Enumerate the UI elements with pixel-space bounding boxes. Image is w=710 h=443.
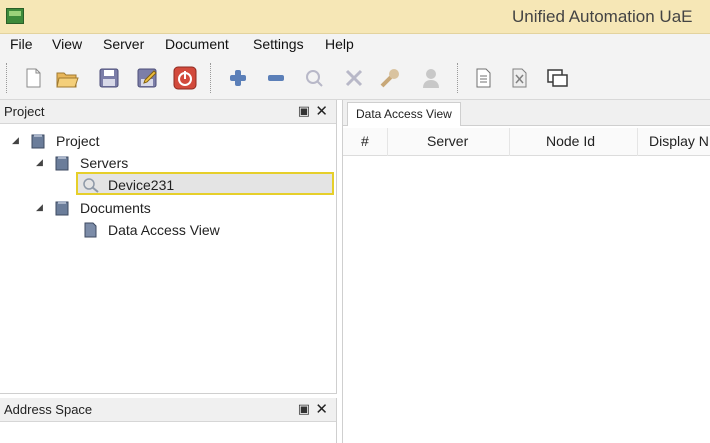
column-separator[interactable] xyxy=(509,128,510,156)
remove-icon xyxy=(268,75,284,81)
tree-label-servers: Servers xyxy=(80,155,129,171)
column-header-server[interactable]: Server xyxy=(427,133,468,149)
window-icon xyxy=(547,69,568,87)
disconnect-button[interactable] xyxy=(341,65,367,91)
title-bar: Unified Automation UaE xyxy=(0,0,710,34)
menu-document[interactable]: Document xyxy=(165,36,229,52)
new-icon xyxy=(26,68,41,88)
log-icon xyxy=(476,68,491,88)
menu-view[interactable]: View xyxy=(52,36,82,52)
server-icon xyxy=(82,177,100,193)
menu-bar: File View Server Document Settings Help xyxy=(0,34,710,56)
properties-button[interactable] xyxy=(377,65,403,91)
address-space-header: Address Space ▣ ✕ xyxy=(0,398,336,422)
tree-label-device: Device231 xyxy=(108,177,175,193)
column-separator[interactable] xyxy=(387,128,388,156)
expand-arrow-icon[interactable]: ◢ xyxy=(12,136,22,146)
address-space-panel: Address Space ▣ ✕ xyxy=(0,398,337,443)
tree-node-project[interactable]: ◢ Project xyxy=(12,131,100,151)
tree-node-documents[interactable]: ◢ Documents xyxy=(36,198,151,218)
document-area: Data Access View # Server Node Id Displa… xyxy=(342,100,710,443)
remove-button[interactable] xyxy=(263,65,289,91)
tab-data-access-view[interactable]: Data Access View xyxy=(347,102,461,126)
document-tabstrip: Data Access View xyxy=(343,100,710,126)
connect-button[interactable] xyxy=(301,65,327,91)
column-header-node-id[interactable]: Node Id xyxy=(546,133,595,149)
grid-header: # Server Node Id Display N xyxy=(343,128,710,156)
user-button[interactable] xyxy=(418,65,444,91)
toolbar-grip[interactable] xyxy=(6,63,9,93)
open-button[interactable] xyxy=(54,65,80,91)
column-header-display-name[interactable]: Display N xyxy=(649,133,709,149)
tree-label-project: Project xyxy=(56,133,100,149)
save-icon xyxy=(99,68,119,88)
save-as-icon xyxy=(137,68,157,88)
window-button[interactable] xyxy=(545,65,571,91)
open-icon xyxy=(56,72,79,88)
exit-button[interactable] xyxy=(172,65,198,91)
properties-icon xyxy=(380,69,399,88)
app-icon xyxy=(6,8,24,24)
log-button[interactable] xyxy=(470,65,496,91)
folder-icon xyxy=(54,200,72,216)
menu-settings[interactable]: Settings xyxy=(253,36,304,52)
expand-arrow-icon[interactable]: ◢ xyxy=(36,158,46,168)
column-separator[interactable] xyxy=(637,128,638,156)
add-icon xyxy=(230,70,246,86)
toolbar-grip[interactable] xyxy=(457,63,460,93)
tree-node-device[interactable]: Device231 xyxy=(82,175,174,195)
tree-node-servers[interactable]: ◢ Servers xyxy=(36,153,128,173)
menu-file[interactable]: File xyxy=(10,36,33,52)
tree-label-data-access-view: Data Access View xyxy=(108,222,220,238)
address-space-title: Address Space xyxy=(4,402,93,417)
window-title: Unified Automation UaE xyxy=(512,7,693,26)
disconnect-icon xyxy=(345,69,363,87)
tree-node-data-access-view[interactable]: Data Access View xyxy=(82,220,220,240)
pin-icon[interactable]: ▣ xyxy=(298,402,310,417)
menu-server[interactable]: Server xyxy=(103,36,144,52)
folder-icon xyxy=(54,155,72,171)
power-icon xyxy=(173,66,197,90)
toolbar xyxy=(0,56,710,100)
close-icon[interactable]: ✕ xyxy=(315,102,328,120)
close-icon[interactable]: ✕ xyxy=(315,400,328,418)
pin-icon[interactable]: ▣ xyxy=(298,104,310,119)
document-close-button[interactable] xyxy=(506,65,532,91)
add-button[interactable] xyxy=(225,65,251,91)
project-panel: Project ▣ ✕ ◢ Project ◢ Servers Device23… xyxy=(0,100,337,394)
project-icon xyxy=(30,133,48,149)
column-header-index[interactable]: # xyxy=(361,133,369,149)
project-panel-header: Project ▣ ✕ xyxy=(0,100,336,124)
toolbar-grip[interactable] xyxy=(210,63,213,93)
user-icon xyxy=(423,69,439,88)
expand-arrow-icon[interactable]: ◢ xyxy=(36,203,46,213)
document-icon xyxy=(82,222,100,238)
project-panel-title: Project xyxy=(4,104,45,119)
tree-label-documents: Documents xyxy=(80,200,151,216)
new-button[interactable] xyxy=(20,65,46,91)
save-button[interactable] xyxy=(96,65,122,91)
menu-help[interactable]: Help xyxy=(325,36,354,52)
document-close-icon xyxy=(512,68,527,88)
connect-icon xyxy=(306,70,323,87)
save-as-button[interactable] xyxy=(134,65,160,91)
